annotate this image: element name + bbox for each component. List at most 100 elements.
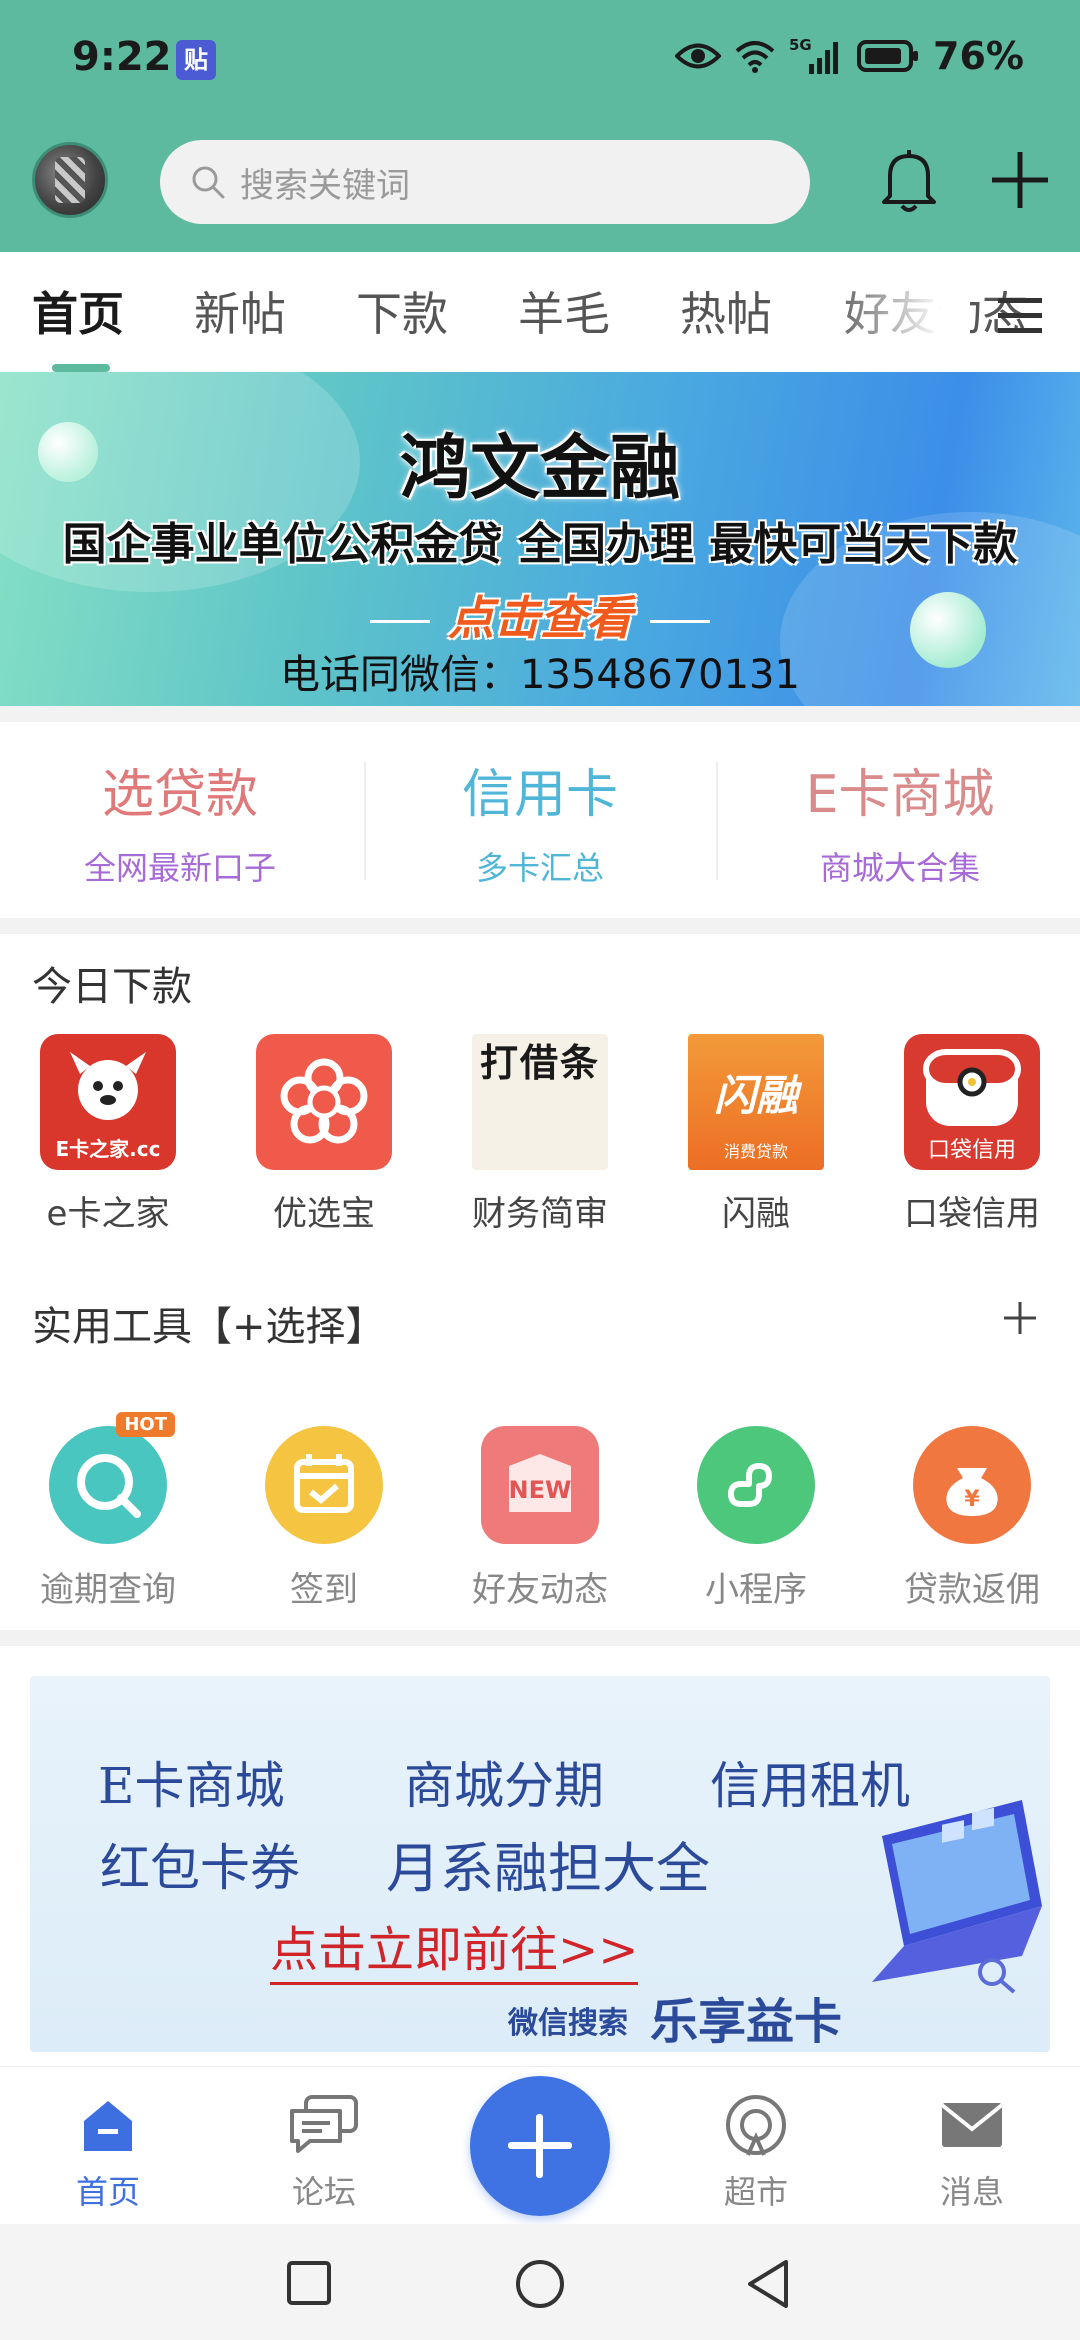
divider	[716, 762, 718, 880]
home-circle-icon[interactable]	[514, 2258, 566, 2310]
nav-label: 超市	[723, 2173, 788, 2211]
add-post-icon[interactable]	[988, 148, 1052, 212]
quick-entry-title: 信用卡	[461, 765, 618, 825]
category-tabs: 首页 新帖 下款 羊毛 热帖 好友动态	[0, 252, 1080, 372]
nav-label: 论坛	[291, 2173, 356, 2211]
add-tool-icon[interactable]	[1002, 1300, 1038, 1336]
today-title: 今日下款	[32, 964, 192, 1010]
quick-entry-title: E卡商城	[805, 765, 995, 825]
quick-entry-ecard-mall[interactable]: E卡商城 商城大合集	[720, 752, 1080, 889]
menu-icon[interactable]	[996, 296, 1044, 334]
svg-text:5G: 5G	[789, 36, 812, 54]
tool-loan-rebate[interactable]: ¥ 贷款返佣	[864, 1426, 1080, 1611]
avatar[interactable]	[32, 142, 108, 218]
tab-new-posts[interactable]: 新帖	[194, 278, 286, 344]
battery-level: 76%	[933, 34, 1024, 78]
promo-item: 月系融担大全	[386, 1837, 710, 1900]
promo-search-hint: 微信搜索	[508, 2006, 628, 2041]
app-header: 9:22 贴 5G 76% 搜索关键词	[0, 0, 1080, 252]
svg-text:¥: ¥	[964, 1487, 980, 1512]
forum-icon	[290, 2095, 358, 2153]
tab-deals[interactable]: 羊毛	[518, 278, 610, 344]
tab-home[interactable]: 首页	[32, 278, 124, 344]
app-youxuanbao[interactable]: 优选宝	[216, 1034, 432, 1235]
tab-loans[interactable]: 下款	[356, 278, 448, 344]
banner-phone: 电话同微信：13548670131	[280, 652, 800, 698]
tab-fade	[830, 252, 970, 372]
shanrong-logo-sub: 消费贷款	[723, 1142, 788, 1161]
ad-banner[interactable]: 鸿文金融 国企事业单位公积金贷 全国办理 最快可当天下款 点击查看 电话同微信：…	[0, 372, 1080, 706]
nav-forum[interactable]: 论坛	[216, 2093, 432, 2213]
daijietiao-logo-text: 打借条	[479, 1041, 600, 1085]
app-koudai[interactable]: 口袋信用 口袋信用	[864, 1034, 1080, 1235]
nav-label: 首页	[75, 2173, 140, 2211]
eye-icon	[675, 43, 722, 69]
status-icons: 5G 76%	[675, 34, 1024, 78]
notification-app-icon: 贴	[176, 40, 216, 80]
app-label: 财务简审	[472, 1194, 608, 1234]
tab-hot-posts[interactable]: 热帖	[680, 278, 772, 344]
app-label: 优选宝	[273, 1194, 375, 1234]
status-time: 9:22	[72, 34, 172, 80]
home-icon	[84, 2101, 132, 2151]
promo-item: 红包卡券	[100, 1839, 300, 1897]
promo-item: 商城分期	[404, 1757, 604, 1815]
quick-entry-credit-card[interactable]: 信用卡 多卡汇总	[360, 752, 720, 889]
shanrong-logo-icon: 闪融 消费贷款	[688, 1034, 824, 1170]
ecard-logo-text: E卡之家.cc	[55, 1137, 161, 1161]
promo-cta[interactable]: 点击立即前往>>	[270, 1910, 639, 1985]
banner-subtitle: 国企事业单位公积金贷 全国办理 最快可当天下款	[62, 519, 1018, 570]
app-label: e卡之家	[46, 1194, 170, 1234]
system-nav-bar	[0, 2224, 1080, 2340]
nav-market[interactable]: 超市	[648, 2093, 864, 2213]
tool-label: 签到	[290, 1570, 358, 1610]
promo-banner[interactable]: E卡商城 商城分期 信用租机 红包卡券 月系融担大全 点击立即前往>> 微信搜索…	[30, 1676, 1050, 2052]
search-placeholder: 搜索关键词	[240, 165, 410, 206]
laptop-illustration-icon	[872, 1800, 1042, 1994]
mail-icon	[940, 2103, 1004, 2147]
app-ecard[interactable]: E卡之家.cc e卡之家	[0, 1034, 216, 1235]
tool-overdue-query[interactable]: HOT 逾期查询	[0, 1412, 216, 1611]
recent-apps-icon[interactable]	[286, 2260, 332, 2306]
battery-icon	[857, 40, 919, 72]
new-tag-icon: NEW	[481, 1426, 599, 1544]
app-shanrong[interactable]: 闪融 消费贷款 闪融	[648, 1034, 864, 1235]
calendar-check-icon	[265, 1426, 383, 1544]
tool-friend-feed[interactable]: NEW 好友动态	[432, 1426, 648, 1611]
promo-item: E卡商城	[98, 1757, 285, 1815]
app-label: 闪融	[722, 1194, 790, 1234]
daijietiao-logo-icon: 打借条	[472, 1034, 608, 1170]
tool-label: 贷款返佣	[904, 1570, 1040, 1610]
app-caiwu[interactable]: 打借条 财务简审	[432, 1034, 648, 1235]
back-icon[interactable]	[744, 2258, 792, 2310]
search-icon	[192, 166, 225, 199]
nav-messages[interactable]: 消息	[864, 2093, 1080, 2213]
wifi-icon	[735, 41, 775, 73]
nav-label: 消息	[939, 2173, 1004, 2211]
hot-badge: HOT	[116, 1412, 175, 1437]
koudai-logo-text: 口袋信用	[927, 1138, 1016, 1163]
banner-cta-text: 点击查看	[448, 591, 632, 645]
market-icon	[726, 2095, 786, 2156]
quick-entry-subtitle: 商城大合集	[819, 849, 980, 887]
tool-label: 逾期查询	[40, 1570, 176, 1610]
today-section: 今日下款 E卡之家.cc e卡之家 优选宝 打借条 财务简审 闪融 消费贷款 闪…	[0, 934, 1080, 1630]
nav-home[interactable]: 首页	[0, 2093, 216, 2213]
tool-check-in[interactable]: 签到	[216, 1426, 432, 1611]
center-add-button[interactable]	[470, 2076, 610, 2216]
quick-entry-loans[interactable]: 选贷款 全网最新口子	[0, 752, 360, 889]
tool-label: 好友动态	[472, 1570, 608, 1610]
quick-entry-title: 选贷款	[101, 765, 258, 825]
ecard-logo-icon: E卡之家.cc	[40, 1034, 176, 1170]
status-bar: 9:22 贴 5G 76%	[0, 0, 1080, 120]
tool-mini-program[interactable]: 小程序	[648, 1426, 864, 1611]
tools-title: 实用工具【+选择】	[32, 1304, 386, 1350]
promo-brand: 乐享益卡	[650, 1994, 843, 2050]
banner-cta: 点击查看	[0, 582, 1080, 648]
signal-icon: 5G	[789, 36, 839, 74]
quick-entry-subtitle: 全网最新口子	[83, 849, 276, 887]
money-bag-icon: ¥	[913, 1426, 1031, 1544]
bell-icon[interactable]	[878, 148, 940, 214]
quick-entry-subtitle: 多卡汇总	[475, 849, 604, 887]
search-input[interactable]: 搜索关键词	[160, 140, 810, 224]
